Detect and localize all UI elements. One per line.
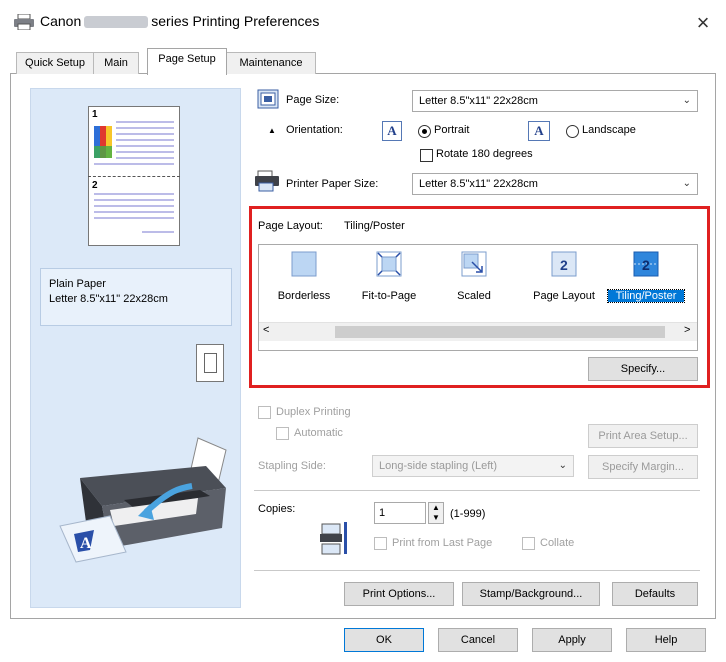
- collate-checkbox[interactable]: [522, 537, 535, 550]
- layout-item-fit-to-page[interactable]: Fit-to-Page: [349, 248, 429, 318]
- specify-button[interactable]: Specify...: [588, 357, 698, 381]
- landscape-orientation-icon: A: [528, 121, 550, 141]
- tab-main[interactable]: Main: [93, 52, 139, 74]
- chevron-down-icon: ⌄: [682, 178, 691, 189]
- help-button[interactable]: Help: [626, 628, 706, 652]
- scrollbar-thumb[interactable]: [335, 326, 665, 338]
- landscape-radio[interactable]: [566, 125, 579, 138]
- copies-label: Copies:: [258, 503, 296, 515]
- layout-item-page-layout[interactable]: 2 Page Layout: [524, 248, 604, 318]
- page-size-label: Page Size:: [286, 94, 340, 106]
- printer-icon: [14, 14, 34, 30]
- scroll-left-icon[interactable]: <: [263, 324, 269, 336]
- paper-info: Plain Paper Letter 8.5"x11" 22x28cm: [40, 268, 232, 326]
- printer-illustration: A: [59, 437, 227, 563]
- ok-button[interactable]: OK: [344, 628, 424, 652]
- copies-icon: [320, 522, 347, 555]
- page-size-icon: [257, 89, 279, 109]
- print-from-last-page-checkbox[interactable]: [374, 537, 387, 550]
- layout-label: Borderless: [277, 290, 331, 302]
- stapling-side-dropdown[interactable]: Long-side stapling (Left) ⌄: [372, 455, 574, 477]
- bullet-icon: ▲: [268, 126, 276, 135]
- layout-label: Page Layout: [533, 290, 595, 302]
- page1-content: [94, 121, 174, 165]
- rotate-180-checkbox[interactable]: [420, 149, 433, 162]
- media-type: Plain Paper: [49, 278, 106, 290]
- page1-number: 1: [92, 109, 98, 120]
- title-suffix: series Printing Preferences: [151, 13, 320, 29]
- page2-content: [94, 193, 174, 233]
- stamp-background-button[interactable]: Stamp/Background...: [462, 582, 600, 606]
- duplex-printing-label: Duplex Printing: [276, 406, 351, 418]
- redacted-model-name: [84, 16, 149, 29]
- chevron-down-icon: ⌄: [558, 460, 567, 471]
- specify-margin-button[interactable]: Specify Margin...: [588, 455, 698, 479]
- svg-text:2: 2: [642, 257, 650, 273]
- orientation-label: Orientation:: [286, 124, 343, 136]
- layout-item-scaled[interactable]: Scaled: [434, 248, 514, 318]
- landscape-label: Landscape: [582, 124, 636, 136]
- tab-quick-setup[interactable]: Quick Setup: [16, 52, 94, 74]
- portrait-orientation-icon: A: [382, 121, 402, 141]
- title-prefix: Canon: [40, 13, 82, 29]
- cancel-button[interactable]: Cancel: [438, 628, 518, 652]
- layout-label: Tiling/Poster: [607, 289, 685, 303]
- tile-divider: [88, 176, 180, 177]
- chevron-down-icon: ⌄: [682, 95, 691, 106]
- page-layout-label: Page Layout:: [258, 220, 323, 232]
- page-layout-icon: 2: [551, 251, 577, 277]
- duplex-printing-checkbox[interactable]: [258, 406, 271, 419]
- svg-text:A: A: [80, 535, 92, 552]
- print-from-last-page-label: Print from Last Page: [392, 537, 493, 549]
- copies-spinner[interactable]: ▲ ▼: [428, 502, 444, 524]
- layout-label: Fit-to-Page: [361, 290, 417, 302]
- borderless-icon: [291, 251, 317, 277]
- print-options-button[interactable]: Print Options...: [344, 582, 454, 606]
- automatic-label: Automatic: [294, 427, 343, 439]
- printer-paper-size-label: Printer Paper Size:: [286, 178, 379, 190]
- collate-label: Collate: [540, 537, 575, 549]
- tiling-poster-icon: 2: [633, 251, 659, 277]
- page-size-dropdown[interactable]: Letter 8.5"x11" 22x28cm ⌄: [412, 90, 698, 112]
- scroll-right-icon[interactable]: >: [684, 324, 690, 336]
- page-size-value: Letter 8.5"x11" 22x28cm: [419, 95, 538, 107]
- copies-value: 1: [379, 507, 386, 519]
- defaults-button[interactable]: Defaults: [612, 582, 698, 606]
- fit-to-page-icon: [376, 251, 402, 277]
- layout-item-tiling-poster[interactable]: 2 Tiling/Poster: [606, 248, 686, 318]
- tab-page-setup[interactable]: Page Setup: [147, 48, 227, 75]
- copies-range: (1-999): [450, 508, 486, 520]
- window-title: Canon series Printing Preferences: [40, 13, 319, 29]
- automatic-checkbox[interactable]: [276, 427, 289, 440]
- layout-item-borderless[interactable]: Borderless: [264, 248, 344, 318]
- layout-label: Scaled: [457, 290, 491, 302]
- copies-input[interactable]: 1: [374, 502, 426, 524]
- divider: [254, 570, 700, 571]
- portrait-label: Portrait: [434, 124, 470, 136]
- portrait-radio[interactable]: [418, 125, 431, 138]
- print-area-setup-button[interactable]: Print Area Setup...: [588, 424, 698, 448]
- stapling-side-value: Long-side stapling (Left): [379, 460, 498, 472]
- rotate-180-label: Rotate 180 degrees: [436, 148, 533, 160]
- page2-number: 2: [92, 180, 98, 191]
- svg-text:2: 2: [560, 257, 568, 273]
- close-button[interactable]: ×: [688, 8, 718, 38]
- divider: [254, 490, 700, 491]
- apply-button[interactable]: Apply: [532, 628, 612, 652]
- paper-size-info: Letter 8.5"x11" 22x28cm: [49, 293, 168, 305]
- stapling-side-label: Stapling Side:: [258, 460, 326, 472]
- printer-paper-size-value: Letter 8.5"x11" 22x28cm: [419, 178, 538, 190]
- printer-paper-size-icon: [255, 170, 279, 192]
- printer-paper-size-dropdown[interactable]: Letter 8.5"x11" 22x28cm ⌄: [412, 173, 698, 195]
- scaled-icon: [461, 251, 487, 277]
- page-layout-current: Tiling/Poster: [344, 220, 405, 232]
- orientation-thumbnail: [196, 344, 224, 382]
- tab-maintenance[interactable]: Maintenance: [226, 52, 316, 74]
